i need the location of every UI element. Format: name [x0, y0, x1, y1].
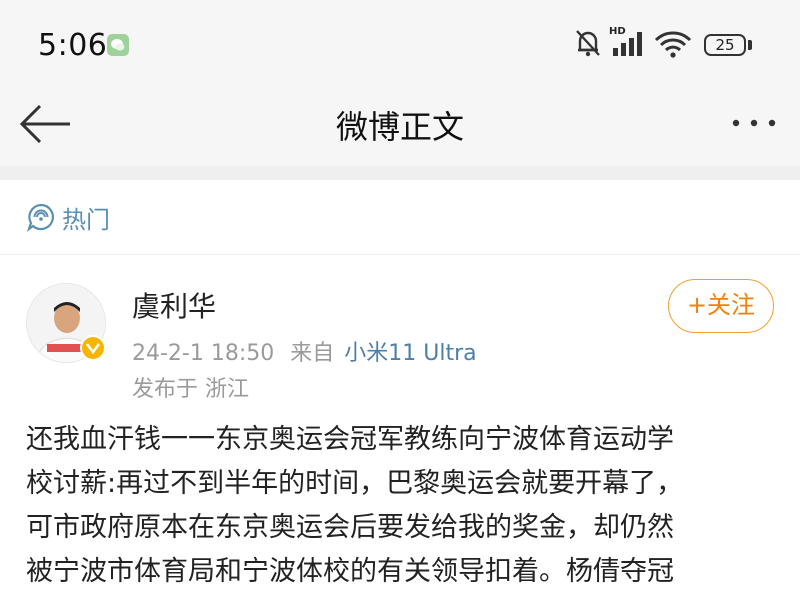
author-name[interactable]: 虞利华 — [132, 285, 216, 325]
wechat-icon — [107, 34, 129, 56]
post-location: 发布于 浙江 — [132, 377, 249, 402]
status-time: 5:06 — [38, 28, 108, 63]
post-timestamp: 24-2-1 18:50 — [132, 341, 275, 366]
post-body-line: 校讨薪:再过不到半年的时间，巴黎奥运会就要开幕了， — [26, 468, 684, 499]
hot-topic-row[interactable]: 热门 — [0, 180, 800, 255]
hot-chat-icon — [26, 202, 56, 236]
mute-bell-icon — [574, 28, 602, 62]
post-body-line: 可市政府原本在东京奥运会后要发给我的奖金，却仍然 — [26, 512, 674, 543]
post-body-line: 被宁波市体育局和宁波体校的有关领导扣着。杨倩夺冠 — [26, 556, 674, 587]
verified-badge-icon — [80, 335, 106, 361]
post-body: 还我血汗钱一一东京奥运会冠军教练向宁波体育运动学 校讨薪:再过不到半年的时间，巴… — [26, 418, 778, 594]
hot-label: 热门 — [62, 206, 110, 234]
device-link[interactable]: 小米11 Ultra — [344, 341, 476, 366]
battery-icon: 25 — [704, 34, 746, 56]
post-header: 虞利华 24-2-1 18:50 来自 小米11 Ultra 发布于 浙江 +关注 — [0, 255, 800, 415]
page-title: 微博正文 — [335, 108, 464, 146]
wifi-icon — [654, 30, 692, 62]
signal-icon — [609, 28, 647, 62]
post-meta: 24-2-1 18:50 来自 小米11 Ultra — [132, 335, 477, 367]
back-arrow-icon[interactable] — [16, 99, 76, 149]
status-bar: 5:06 HD 25 — [0, 0, 800, 90]
nav-bar: 微博正文 — [0, 90, 800, 166]
section-divider — [0, 166, 800, 180]
follow-button[interactable]: +关注 — [668, 279, 774, 333]
source-prefix: 来自 — [290, 341, 335, 366]
post-body-line: 还我血汗钱一一东京奥运会冠军教练向宁波体育运动学 — [26, 424, 674, 455]
more-dots-icon[interactable] — [724, 108, 784, 138]
battery-tip — [748, 40, 752, 50]
